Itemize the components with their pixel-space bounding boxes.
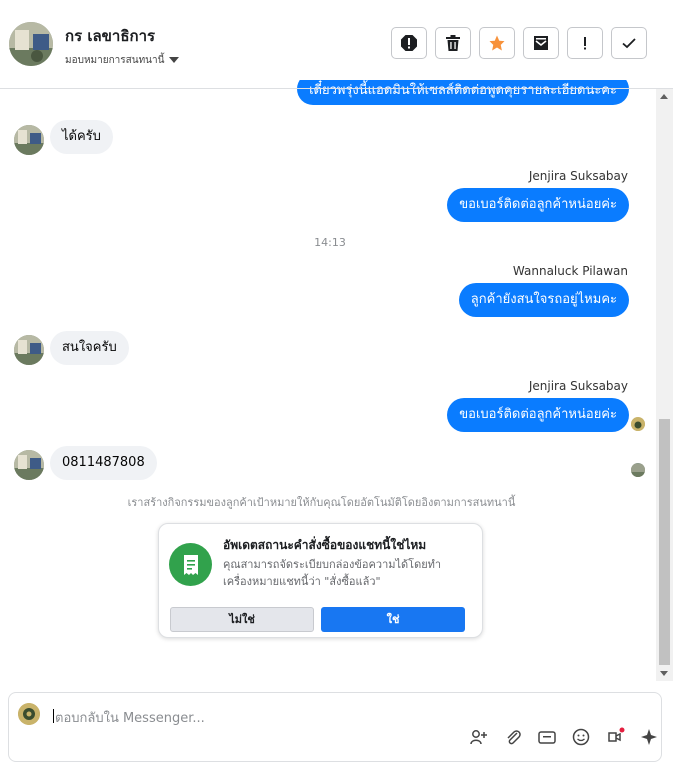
trash-icon	[446, 35, 460, 51]
report-icon	[401, 35, 417, 51]
order-status-card: อัพเดตสถานะคำสั่งซื้อของแชทนี้ใช่ไหม คุณ…	[158, 523, 483, 638]
contact-name[interactable]: กร เลขาธิการ	[65, 24, 155, 48]
conversation-header: กร เลขาธิการ มอบหมายการสนทนานี้	[0, 0, 673, 89]
yes-button[interactable]: ใช่	[321, 607, 465, 632]
message-bubble-outgoing[interactable]: ขอเบอร์ติดต่อลูกค้าหน่อยค่ะ	[447, 188, 629, 222]
header-divider	[0, 88, 673, 89]
message-bubble-outgoing[interactable]: ขอเบอร์ติดต่อลูกค้าหน่อยค่ะ	[447, 398, 629, 432]
sender-name: Jenjira Suksabay	[528, 169, 628, 183]
star-icon	[489, 35, 505, 51]
sender-name: Wannaluck Pilawan	[512, 264, 628, 278]
add-person-icon[interactable]	[469, 727, 489, 747]
card-title: อัพเดตสถานะคำสั่งซื้อของแชทนี้ใช่ไหม	[223, 538, 427, 552]
contact-avatar[interactable]	[9, 22, 53, 66]
contact-avatar-small	[14, 450, 44, 480]
page-avatar	[18, 703, 40, 725]
system-note: เราสร้างกิจกรรมของลูกค้าเป้าหมายให้กับคุ…	[127, 496, 516, 509]
scrollbar[interactable]	[656, 89, 673, 681]
caret-down-icon	[169, 57, 180, 63]
card-body: คุณสามารถจัดระเบียบกล่องข้อความได้โดยทำเ…	[223, 558, 442, 588]
scrollbar-thumb[interactable]	[659, 419, 670, 665]
reply-input[interactable]: ตอบกลับใน Messenger...	[55, 707, 205, 728]
saved-reply-icon[interactable]	[605, 727, 625, 747]
emoji-icon[interactable]	[571, 727, 591, 747]
scroll-up-arrow-icon[interactable]	[660, 94, 668, 99]
contact-avatar-small	[14, 125, 44, 155]
scroll-down-arrow-icon[interactable]	[660, 671, 668, 676]
sparkle-icon[interactable]	[639, 727, 659, 747]
message-bubble-outgoing[interactable]: ลูกค้ายังสนใจรถอยู่ไหมคะ	[458, 283, 629, 317]
important-icon	[584, 37, 586, 50]
mark-done-button[interactable]	[611, 27, 647, 59]
mark-unread-button[interactable]	[523, 27, 559, 59]
contact-avatar-small	[14, 335, 44, 365]
star-button[interactable]	[479, 27, 515, 59]
sender-name: Jenjira Suksabay	[528, 379, 628, 393]
reply-composer: ตอบกลับใน Messenger...	[8, 692, 662, 762]
assign-label: มอบหมายการสนทนานี้	[65, 55, 165, 66]
read-receipt-avatar	[631, 417, 645, 431]
message-bubble-incoming[interactable]: ได้ครับ	[50, 120, 113, 154]
gif-icon[interactable]	[537, 727, 557, 747]
header-toolbar	[391, 27, 647, 59]
mark-unread-icon	[534, 36, 548, 50]
message-bubble-incoming[interactable]: สนใจครับ	[50, 331, 129, 365]
checkmark-icon	[622, 38, 636, 49]
text-cursor	[53, 709, 54, 723]
delete-button[interactable]	[435, 27, 471, 59]
read-receipt-avatar	[631, 463, 645, 477]
report-button[interactable]	[391, 27, 427, 59]
no-button[interactable]: ไม่ใช่	[170, 607, 314, 632]
message-bubble-incoming[interactable]: 0811487808	[50, 446, 157, 480]
attach-icon[interactable]	[503, 727, 523, 747]
receipt-icon	[169, 543, 212, 586]
assign-conversation-dropdown[interactable]: มอบหมายการสนทนานี้	[65, 53, 180, 68]
timestamp: 14:13	[314, 236, 346, 249]
composer-toolbar	[469, 727, 659, 747]
important-button[interactable]	[567, 27, 603, 59]
